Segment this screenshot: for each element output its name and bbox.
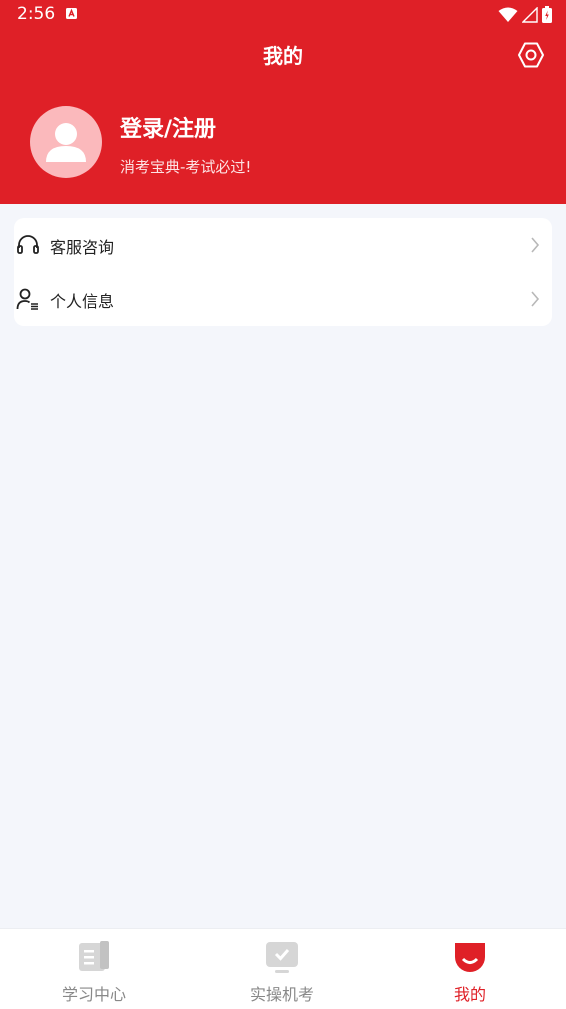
headset-icon: [17, 235, 39, 254]
menu-item-personal-info[interactable]: 个人信息: [14, 272, 552, 326]
settings-icon[interactable]: [516, 40, 546, 70]
wifi-icon: [498, 7, 518, 22]
bottom-tab-bar: 学习中心 实操机考 我的: [0, 928, 566, 1009]
tab-label: 我的: [453, 985, 486, 1004]
profile-icon: [455, 943, 485, 972]
menu-item-label: 个人信息: [50, 292, 115, 311]
login-register-link[interactable]: 登录/注册: [120, 111, 216, 143]
monitor-check-icon: [266, 942, 298, 973]
tab-profile[interactable]: 我的: [376, 929, 564, 1009]
status-icons: [498, 6, 552, 23]
profile-header: 2:56 我的 登录/注册 消考宝典-考试必过!: [0, 0, 566, 204]
signal-icon: [522, 6, 538, 23]
page-title: 我的: [263, 44, 303, 68]
tab-practical-exam[interactable]: 实操机考: [188, 929, 376, 1009]
chevron-right-icon: [531, 237, 540, 253]
book-icon: [79, 941, 109, 971]
tab-label: 实操机考: [249, 985, 314, 1004]
tab-label: 学习中心: [61, 985, 126, 1004]
menu-item-label: 客服咨询: [50, 238, 115, 257]
menu-card: 客服咨询 个人信息: [14, 218, 552, 326]
user-avatar-icon: [46, 123, 86, 162]
avatar[interactable]: [30, 106, 102, 178]
battery-icon: [542, 6, 552, 23]
slogan: 消考宝典-考试必过!: [120, 158, 252, 176]
chevron-right-icon: [531, 291, 540, 307]
status-time: 2:56: [17, 4, 56, 24]
tab-learning-center[interactable]: 学习中心: [0, 929, 188, 1009]
menu-item-customer-service[interactable]: 客服咨询: [14, 218, 552, 272]
notification-icon: [66, 8, 77, 19]
user-info-icon: [16, 288, 38, 310]
status-bar: 2:56: [0, 0, 566, 28]
